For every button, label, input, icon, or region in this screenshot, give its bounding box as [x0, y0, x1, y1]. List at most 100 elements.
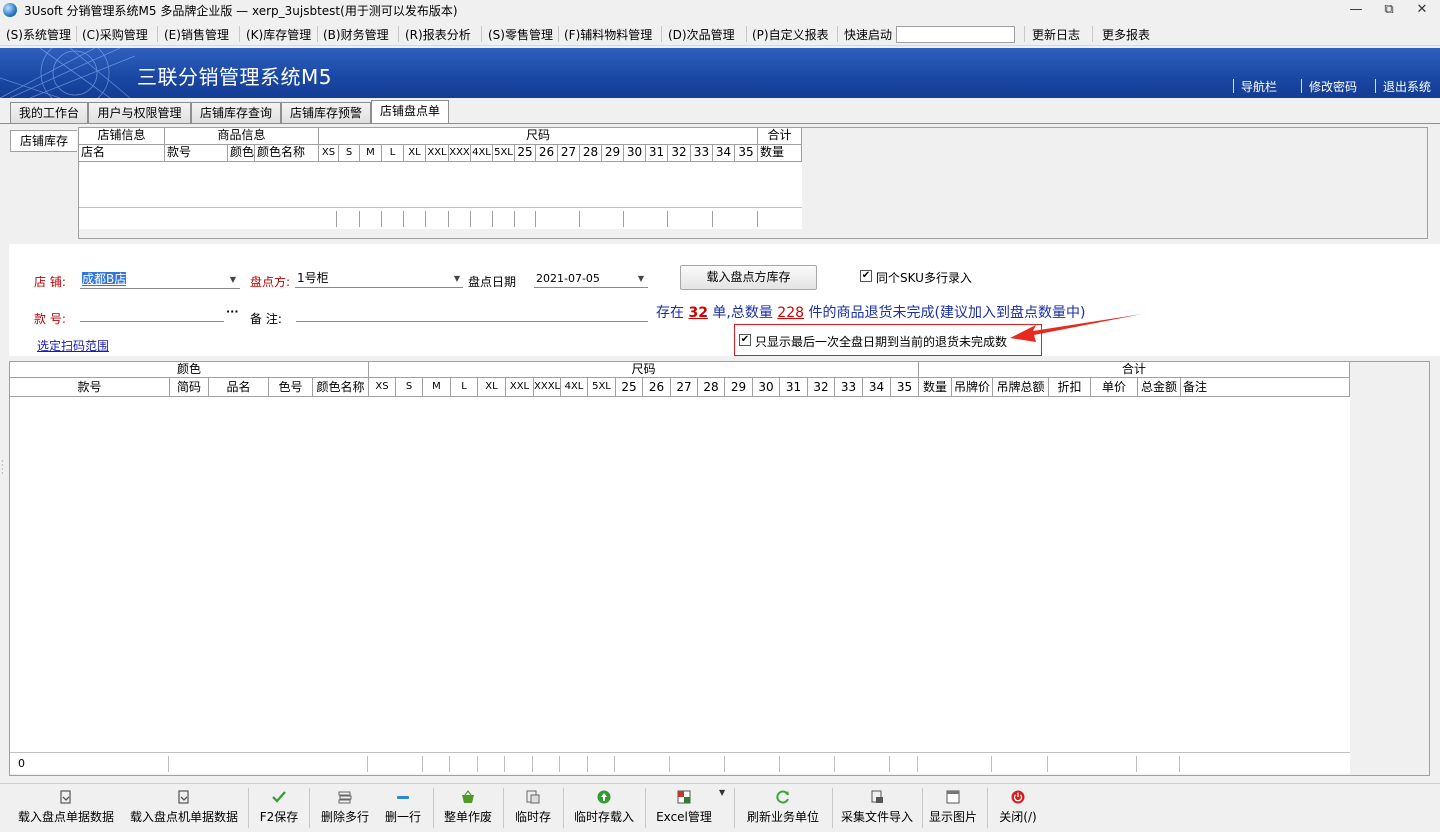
column-header[interactable]: 5XL	[588, 378, 616, 397]
delete-row-button[interactable]: 删一行	[380, 784, 426, 832]
column-header[interactable]: 33	[835, 378, 863, 397]
column-header[interactable]: 数量	[919, 378, 952, 397]
chevron-down-icon[interactable]: ▼	[450, 271, 464, 287]
void-document-button[interactable]: 整单作废	[437, 784, 499, 832]
column-header[interactable]: 吊牌价	[952, 378, 993, 397]
menu-purchase[interactable]: (C)采购管理	[82, 26, 148, 43]
side-tab-store-stock[interactable]: 店铺库存	[10, 130, 77, 152]
tab-workbench[interactable]: 我的工作台	[10, 102, 88, 124]
column-header[interactable]: 34	[713, 145, 735, 162]
column-header[interactable]: 4XL	[561, 378, 588, 397]
column-header[interactable]: 28	[698, 378, 725, 397]
column-header[interactable]: 32	[808, 378, 835, 397]
column-header[interactable]: XXL	[426, 145, 449, 162]
chevron-down-icon[interactable]: ▼	[226, 272, 240, 288]
column-header[interactable]: 折扣	[1049, 378, 1091, 397]
column-header[interactable]: 款号	[10, 378, 170, 397]
menu-sales[interactable]: (E)销售管理	[164, 26, 229, 43]
column-header[interactable]: M	[360, 145, 382, 162]
tab-store-stocktake[interactable]: 店铺盘点单	[371, 100, 449, 124]
column-header[interactable]: 32	[668, 145, 691, 162]
note-input[interactable]	[296, 304, 648, 322]
column-header[interactable]: 33	[691, 145, 713, 162]
column-header[interactable]: 简码	[170, 378, 209, 397]
column-header[interactable]: 31	[780, 378, 808, 397]
menu-materials[interactable]: (F)辅料物料管理	[564, 26, 652, 43]
location-select[interactable]: 1号柜	[295, 270, 463, 288]
column-header[interactable]: 单价	[1091, 378, 1138, 397]
column-header[interactable]: 27	[558, 145, 580, 162]
excel-manage-button[interactable]: Excel管理	[649, 784, 719, 832]
column-header[interactable]: S	[339, 145, 360, 162]
logout-link[interactable]: 退出系统	[1383, 78, 1431, 95]
style-no-input[interactable]	[80, 304, 224, 322]
column-header[interactable]: 4XL	[471, 145, 493, 162]
column-header[interactable]: L	[382, 145, 404, 162]
column-header[interactable]: 28	[580, 145, 602, 162]
load-stocktake-doc-button[interactable]: 载入盘点单据数据	[12, 784, 120, 832]
column-header[interactable]: M	[423, 378, 451, 397]
only-last-checkbox[interactable]: ✔	[739, 334, 751, 346]
store-select[interactable]: 成都B店	[80, 271, 240, 289]
menu-system[interactable]: (S)系统管理	[6, 26, 71, 43]
column-header[interactable]: S	[396, 378, 423, 397]
column-header[interactable]: 色号	[269, 378, 313, 397]
column-header[interactable]: 颜色名称	[313, 378, 369, 397]
column-header[interactable]: 30	[753, 378, 780, 397]
minimize-button[interactable]: —	[1340, 0, 1372, 20]
nav-bar-link[interactable]: 导航栏	[1241, 78, 1277, 95]
pending-quantity[interactable]: 228	[777, 305, 804, 321]
temp-save-button[interactable]: 临时存	[507, 784, 559, 832]
delete-rows-button[interactable]: 删除多行	[313, 784, 377, 832]
column-header[interactable]: 店名	[79, 145, 165, 162]
column-header[interactable]: 品名	[209, 378, 269, 397]
grid-body[interactable]	[79, 162, 802, 207]
column-header[interactable]: XXX	[449, 145, 471, 162]
load-location-stock-button[interactable]: 载入盘点方库存	[680, 265, 817, 290]
scan-range-link[interactable]: 选定扫码范围	[37, 337, 109, 354]
pending-count[interactable]: 32	[688, 305, 707, 321]
refresh-business-unit-button[interactable]: 刷新业务单位	[740, 784, 826, 832]
column-header[interactable]: 30	[624, 145, 646, 162]
column-header[interactable]: 34	[863, 378, 891, 397]
menu-more-reports[interactable]: 更多报表	[1102, 26, 1150, 43]
tab-store-stock-alert[interactable]: 店铺库存预警	[281, 102, 371, 124]
restore-button[interactable]: ⧉	[1373, 0, 1405, 20]
import-collected-file-button[interactable]: 采集文件导入	[836, 784, 918, 832]
column-header[interactable]: 25	[515, 145, 536, 162]
multi-row-checkbox[interactable]: ✔	[860, 270, 872, 282]
excel-dropdown-icon[interactable]: ▼	[719, 788, 725, 797]
menu-retail[interactable]: (S)零售管理	[488, 26, 553, 43]
menu-custom-reports[interactable]: (P)自定义报表	[752, 26, 829, 43]
column-header[interactable]: XL	[478, 378, 506, 397]
chevron-down-icon[interactable]: ▼	[634, 271, 648, 287]
column-header[interactable]: 颜色名称	[255, 145, 319, 162]
column-header[interactable]: L	[451, 378, 478, 397]
close-button[interactable]: 关闭(/)	[992, 784, 1044, 832]
column-header[interactable]: 27	[671, 378, 698, 397]
load-device-doc-button[interactable]: 载入盘点机单据数据	[124, 784, 244, 832]
column-header[interactable]: XS	[369, 378, 396, 397]
column-header[interactable]: 26	[536, 145, 558, 162]
column-header[interactable]: 26	[643, 378, 671, 397]
change-password-link[interactable]: 修改密码	[1309, 78, 1357, 95]
column-header[interactable]: 备注	[1181, 378, 1350, 397]
show-image-button[interactable]: 显示图片	[926, 784, 980, 832]
column-header[interactable]: 29	[602, 145, 624, 162]
column-header[interactable]: XXL	[506, 378, 534, 397]
column-header[interactable]: 总金额	[1138, 378, 1181, 397]
column-header[interactable]: XL	[404, 145, 426, 162]
load-temp-save-button[interactable]: 临时存载入	[567, 784, 641, 832]
tab-store-stock-query[interactable]: 店铺库存查询	[191, 102, 281, 124]
grid-body[interactable]	[10, 397, 1350, 752]
menu-defects[interactable]: (D)次品管理	[668, 26, 735, 43]
column-header[interactable]: XS	[319, 145, 339, 162]
column-header[interactable]: 35	[891, 378, 919, 397]
column-header[interactable]: 35	[735, 145, 758, 162]
quick-start-input[interactable]	[896, 26, 1015, 43]
column-header[interactable]: XXXL	[534, 378, 561, 397]
column-header[interactable]: 颜色	[228, 145, 255, 162]
column-header[interactable]: 吊牌总额	[993, 378, 1049, 397]
tab-user-permissions[interactable]: 用户与权限管理	[88, 102, 191, 124]
menu-inventory[interactable]: (K)库存管理	[246, 26, 311, 43]
